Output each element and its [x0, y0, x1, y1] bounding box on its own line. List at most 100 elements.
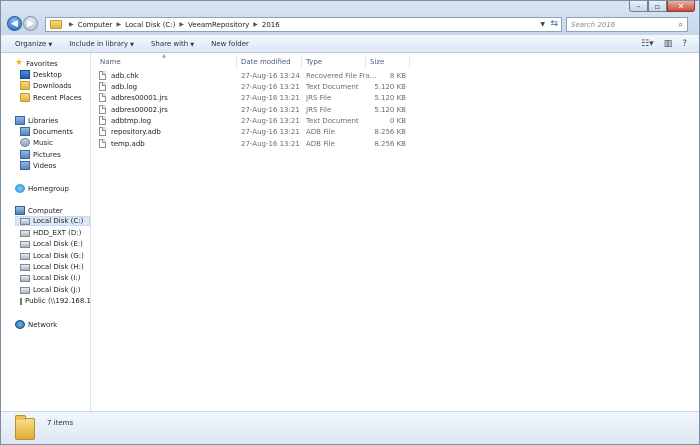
file-row[interactable]: adbres00002.jrs 27-Aug-16 13:21 JRS File…	[92, 104, 422, 115]
nav-favorites[interactable]: ★ Favorites	[15, 59, 58, 68]
libraries-icon	[15, 116, 25, 125]
nav-local-disk-g[interactable]: Local Disk (G:)	[20, 252, 84, 260]
drive-icon	[20, 274, 30, 282]
file-size: 8.256 KB	[374, 127, 406, 136]
file-icon	[99, 105, 106, 114]
preview-pane-icon[interactable]: ▥	[664, 39, 673, 49]
file-date: 27-Aug-16 13:21	[241, 116, 300, 125]
nav-local-disk-j[interactable]: Local Disk (J:)	[20, 286, 81, 294]
window-controls: – ▫ ✕	[629, 1, 695, 12]
column-header-name[interactable]: Name	[100, 58, 121, 66]
file-date: 27-Aug-16 13:21	[241, 105, 300, 114]
file-name: repository.adb	[111, 127, 161, 136]
chevron-right-icon[interactable]: ▶	[253, 21, 258, 28]
downloads-icon	[20, 81, 30, 90]
nav-downloads[interactable]: Downloads	[20, 81, 71, 90]
nav-music[interactable]: Music	[20, 138, 53, 147]
file-size: 0 KB	[389, 116, 406, 125]
file-size: 5.120 KB	[374, 82, 406, 91]
nav-desktop[interactable]: Desktop	[20, 70, 62, 79]
nav-local-disk-c[interactable]: Local Disk (C:)	[15, 216, 90, 226]
chevron-right-icon[interactable]: ▶	[116, 21, 121, 28]
item-count: 7 items	[47, 419, 74, 427]
videos-icon	[20, 161, 30, 170]
details-pane: 7 items	[1, 411, 699, 444]
column-header-date[interactable]: Date modified	[241, 58, 291, 66]
breadcrumb-veeamrepository[interactable]: VeeamRepository	[188, 21, 249, 29]
nav-local-disk-h[interactable]: Local Disk (H:)	[20, 263, 84, 271]
pictures-icon	[20, 150, 30, 159]
file-size: 5.120 KB	[374, 105, 406, 114]
column-divider[interactable]	[236, 56, 237, 69]
drive-icon	[20, 286, 30, 294]
file-row[interactable]: temp.adb 27-Aug-16 13:21 ADB File 8.256 …	[92, 138, 422, 149]
nav-local-disk-i[interactable]: Local Disk (I:)	[20, 274, 81, 282]
address-bar[interactable]: ▶ Computer ▶ Local Disk (C:) ▶ VeeamRepo…	[45, 17, 562, 32]
new-folder-button[interactable]: New folder	[211, 40, 249, 48]
file-name: adbres00002.jrs	[111, 105, 168, 114]
file-type: JRS File	[306, 93, 332, 102]
recent-places-icon	[20, 93, 30, 102]
network-drive-icon	[20, 297, 22, 305]
file-row[interactable]: repository.adb 27-Aug-16 13:21 ADB File …	[92, 126, 422, 137]
file-row[interactable]: adbtmp.log 27-Aug-16 13:21 Text Document…	[92, 115, 422, 126]
column-divider[interactable]	[301, 56, 302, 69]
nav-hdd-ext-d[interactable]: HDD_EXT (D:)	[20, 229, 81, 237]
file-type: JRS File	[306, 105, 332, 114]
file-row[interactable]: adb.log 27-Aug-16 13:21 Text Document 5.…	[92, 81, 422, 92]
nav-network[interactable]: Network	[15, 320, 57, 329]
maximize-button[interactable]: ▫	[648, 1, 667, 12]
breadcrumb-computer[interactable]: Computer	[78, 21, 113, 29]
file-icon	[99, 71, 106, 80]
column-header-type[interactable]: Type	[306, 58, 322, 66]
network-icon	[15, 320, 25, 329]
include-in-library-button[interactable]: Include in library ▼	[69, 40, 134, 48]
command-bar: Organize ▼ Include in library ▼ Share with…	[1, 35, 699, 53]
chevron-down-icon: ▼	[190, 41, 195, 48]
minimize-button[interactable]: –	[629, 1, 648, 12]
drive-icon	[20, 217, 30, 225]
nav-videos[interactable]: Videos	[20, 161, 56, 170]
file-row[interactable]: adb.chk 27-Aug-16 13:24 Recovered File F…	[92, 70, 422, 81]
search-placeholder: Search 2016	[571, 20, 616, 29]
close-button[interactable]: ✕	[667, 1, 695, 12]
file-type: Text Document	[306, 82, 359, 91]
file-name: temp.adb	[111, 139, 145, 148]
drive-icon	[20, 229, 30, 237]
share-with-button[interactable]: Share with ▼	[151, 40, 194, 48]
forward-button[interactable]: ▶	[23, 16, 38, 31]
search-input[interactable]: Search 2016 ⌕	[566, 17, 688, 32]
file-size: 5.120 KB	[374, 93, 406, 102]
breadcrumb-2016[interactable]: 2016	[262, 21, 280, 29]
organize-button[interactable]: Organize ▼	[15, 40, 52, 48]
chevron-right-icon: ▶	[69, 21, 74, 28]
help-icon[interactable]: ?	[682, 39, 687, 49]
chevron-down-icon[interactable]: ▼	[540, 21, 545, 28]
refresh-icon[interactable]: ⇆	[550, 19, 558, 29]
view-options-icon[interactable]: ☷▾	[641, 39, 654, 49]
search-icon[interactable]: ⌕	[679, 20, 683, 30]
drive-icon	[20, 240, 30, 248]
nav-documents[interactable]: Documents	[20, 127, 73, 136]
nav-pictures[interactable]: Pictures	[20, 150, 61, 159]
column-header-size[interactable]: Size	[370, 58, 384, 66]
nav-local-disk-e[interactable]: Local Disk (E:)	[20, 240, 83, 248]
view-controls: ☷▾ ▥ ?	[641, 39, 687, 49]
file-row[interactable]: adbres00001.jrs 27-Aug-16 13:21 JRS File…	[92, 92, 422, 103]
column-divider[interactable]	[365, 56, 366, 69]
nav-computer[interactable]: Computer	[15, 206, 63, 215]
file-type: ADB File	[306, 127, 335, 136]
nav-public-share[interactable]: Public (\\192.168.1.5	[20, 297, 90, 305]
column-divider[interactable]	[409, 56, 410, 69]
nav-recent-places[interactable]: Recent Places	[20, 93, 82, 102]
nav-libraries[interactable]: Libraries	[15, 116, 58, 125]
nav-homegroup[interactable]: Homegroup	[15, 184, 69, 193]
breadcrumb-local-disk[interactable]: Local Disk (C:)	[125, 21, 175, 29]
chevron-down-icon: ▼	[130, 41, 134, 48]
forward-arrow-icon: ▶	[27, 18, 34, 29]
folder-icon	[50, 20, 62, 29]
file-icon	[99, 93, 106, 102]
back-button[interactable]: ◀	[7, 16, 22, 31]
file-name: adb.chk	[111, 71, 139, 80]
chevron-right-icon[interactable]: ▶	[179, 21, 184, 28]
